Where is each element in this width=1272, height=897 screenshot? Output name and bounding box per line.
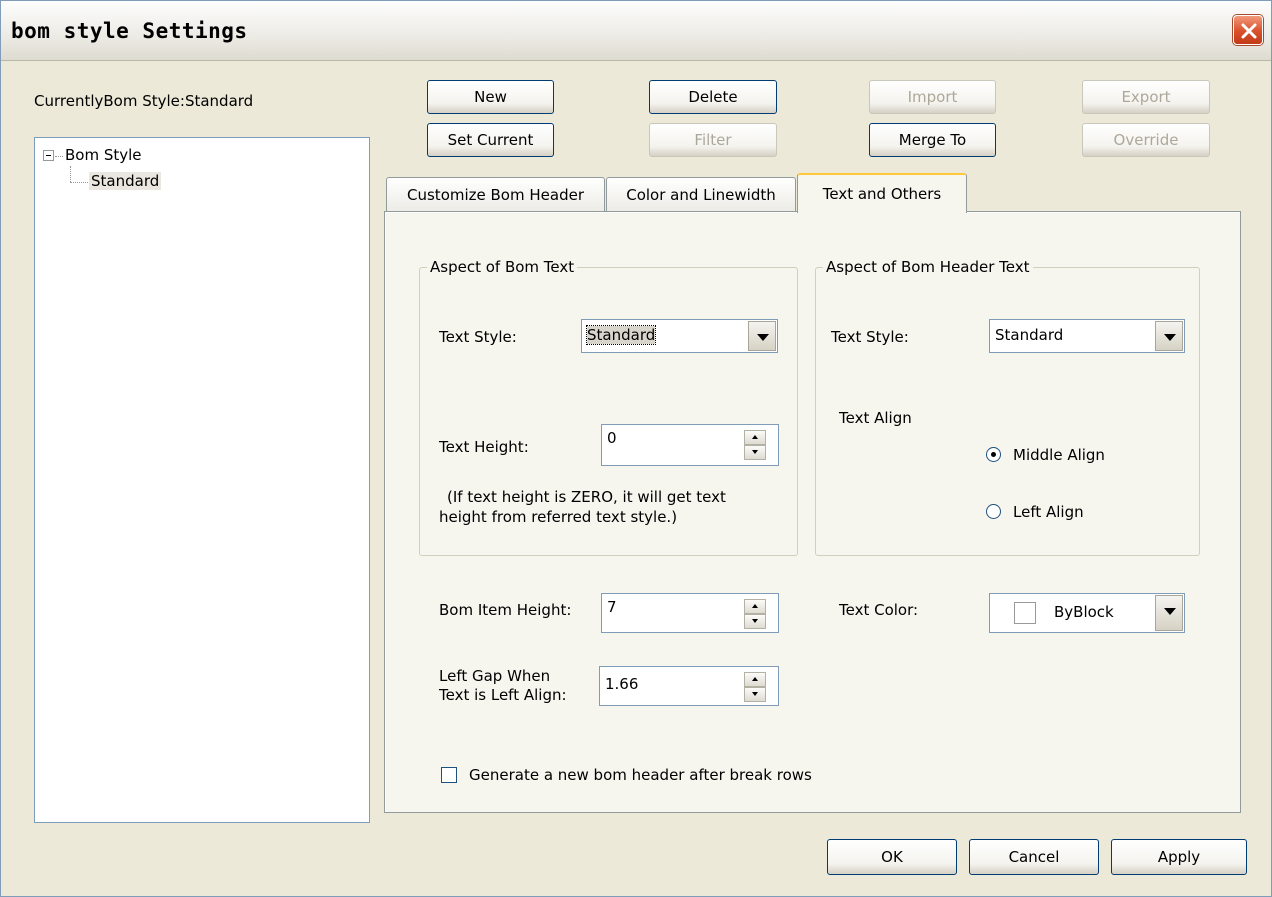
spin-up-icon[interactable] (744, 430, 766, 445)
tab-text-and-others[interactable]: Text and Others (797, 173, 967, 213)
tree-root-item[interactable]: Bom Style (65, 146, 142, 164)
middle-align-radio[interactable] (986, 447, 1001, 462)
left-gap-spinner[interactable]: 1.66 (599, 666, 779, 706)
bom-item-height-spinner[interactable]: 7 (601, 593, 779, 633)
close-button[interactable] (1233, 15, 1263, 45)
spin-up-icon[interactable] (744, 599, 766, 614)
spin-down-icon[interactable] (744, 614, 766, 629)
tree-item-standard[interactable]: Standard (89, 172, 162, 190)
settings-dialog: bom style Settings CurrentlyBom Style:St… (0, 0, 1272, 897)
new-button[interactable]: New (427, 80, 554, 114)
cancel-button[interactable]: Cancel (969, 839, 1099, 875)
tab-customize-bom-header[interactable]: Customize Bom Header (386, 177, 605, 212)
chevron-down-icon[interactable] (748, 321, 776, 351)
chevron-down-icon[interactable] (1155, 595, 1183, 631)
title-bar[interactable]: bom style Settings (1, 1, 1271, 61)
import-button[interactable]: Import (869, 80, 996, 114)
window-title: bom style Settings (11, 19, 248, 43)
left-gap-value: 1.66 (605, 675, 639, 693)
left-align-label[interactable]: Left Align (1013, 503, 1084, 521)
left-gap-label-line2: Text is Left Align: (439, 686, 567, 704)
collapse-icon[interactable] (43, 150, 54, 161)
merge-to-button[interactable]: Merge To (869, 123, 996, 157)
middle-align-label[interactable]: Middle Align (1013, 446, 1105, 464)
ok-button[interactable]: OK (827, 839, 957, 875)
left-align-radio[interactable] (986, 504, 1001, 519)
spin-up-icon[interactable] (744, 672, 766, 687)
bom-item-height-label: Bom Item Height: (439, 601, 572, 619)
set-current-button[interactable]: Set Current (427, 123, 554, 157)
chevron-down-icon[interactable] (1155, 321, 1183, 351)
header-text-style-value: Standard (995, 326, 1064, 344)
header-text-style-label: Text Style: (831, 328, 909, 346)
text-color-combo[interactable]: ByBlock (989, 593, 1185, 633)
left-gap-label-line1: Left Gap When (439, 667, 551, 685)
text-height-note-line1: (If text height is ZERO, it will get tex… (447, 488, 726, 506)
filter-button[interactable]: Filter (649, 123, 777, 157)
text-height-label: Text Height: (439, 438, 529, 456)
bom-item-height-value: 7 (607, 598, 617, 616)
apply-button[interactable]: Apply (1111, 839, 1247, 875)
text-height-note-line2: height from referred text style.) (439, 508, 678, 526)
text-color-label: Text Color: (839, 601, 919, 619)
close-icon (1241, 23, 1257, 39)
header-text-group-title: Aspect of Bom Header Text (823, 258, 1033, 276)
export-button[interactable]: Export (1082, 80, 1210, 114)
text-align-label: Text Align (839, 409, 912, 427)
bom-text-group-title: Aspect of Bom Text (427, 258, 578, 276)
text-style-combo[interactable]: Standard (581, 319, 778, 353)
text-height-spinner[interactable]: 0 (601, 424, 779, 466)
text-style-value: Standard (585, 325, 657, 345)
text-color-value: ByBlock (1054, 603, 1114, 621)
spin-down-icon[interactable] (744, 445, 766, 460)
text-height-value: 0 (607, 429, 617, 447)
delete-button[interactable]: Delete (649, 80, 777, 114)
color-swatch (1014, 602, 1036, 624)
tab-color-and-linewidth[interactable]: Color and Linewidth (606, 177, 796, 212)
header-text-style-combo[interactable]: Standard (989, 319, 1185, 353)
text-style-label: Text Style: (439, 328, 517, 346)
generate-header-checkbox[interactable] (441, 767, 457, 783)
spin-down-icon[interactable] (744, 687, 766, 702)
current-style-label: CurrentlyBom Style:Standard (34, 92, 254, 110)
override-button[interactable]: Override (1082, 123, 1210, 157)
bom-style-tree[interactable]: Bom Style Standard (34, 137, 370, 823)
generate-header-label[interactable]: Generate a new bom header after break ro… (469, 766, 812, 784)
